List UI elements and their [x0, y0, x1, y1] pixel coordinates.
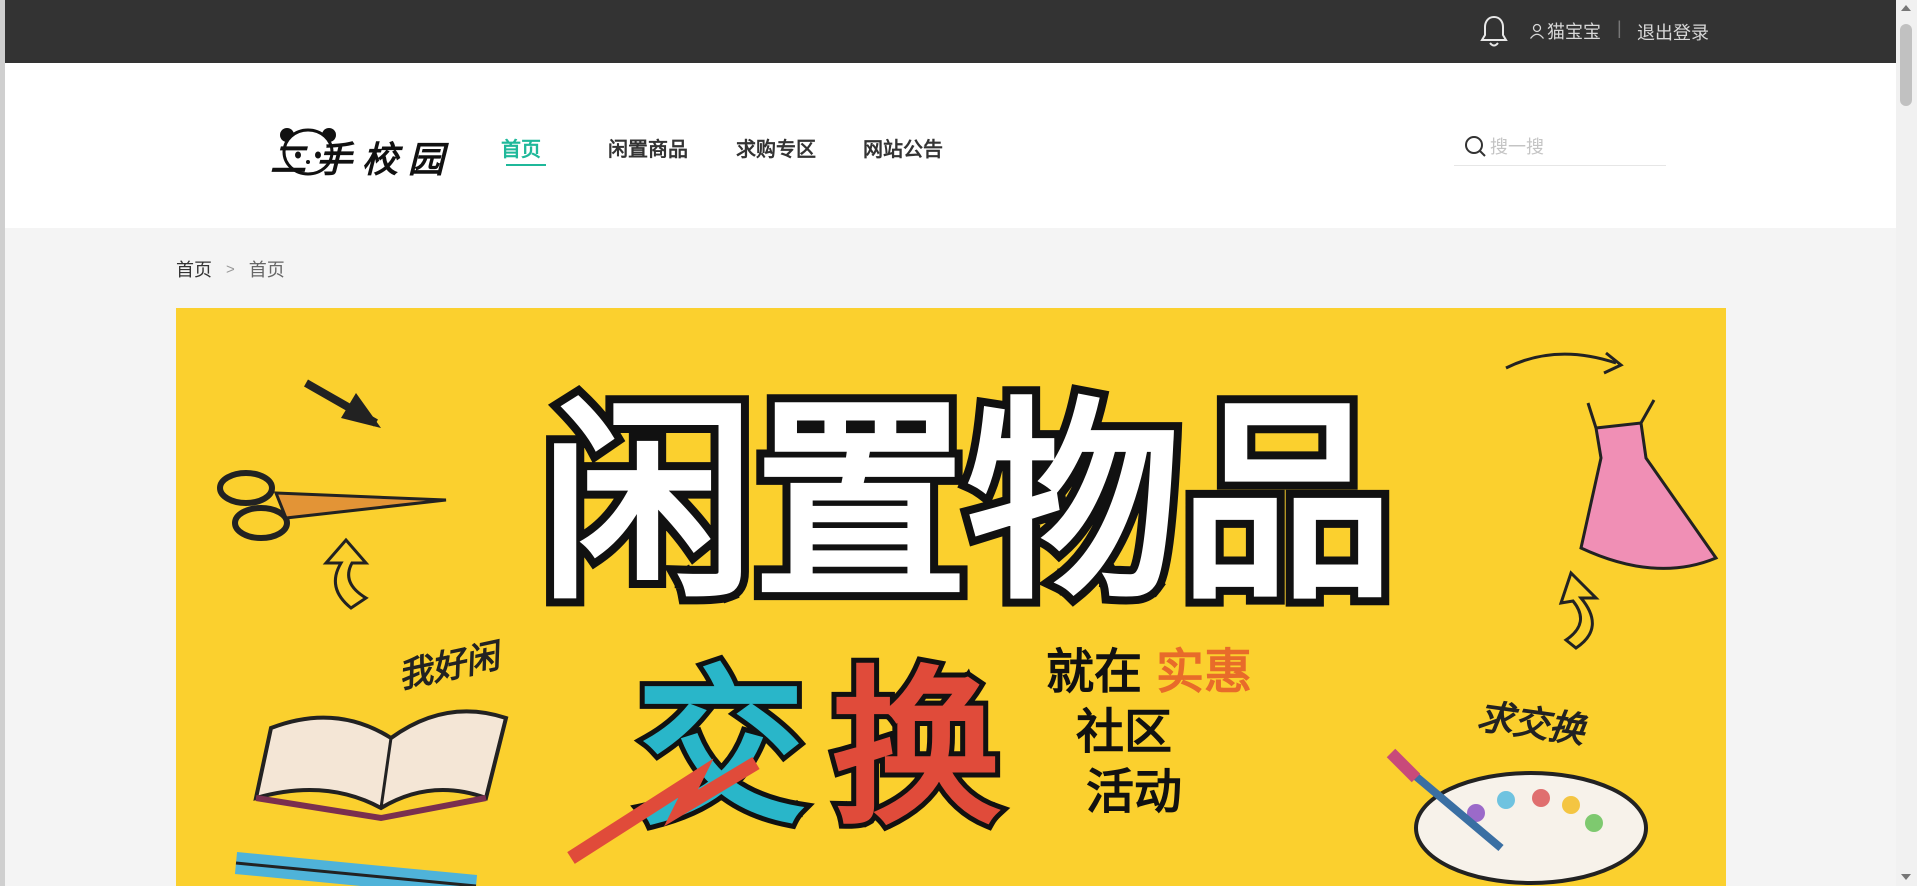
- scissors-icon: [217, 470, 447, 541]
- user-icon: [1529, 23, 1545, 39]
- logo-text: 二手校园: [270, 139, 455, 181]
- breadcrumb: 首页 > 首页: [176, 256, 285, 282]
- breadcrumb-current: 首页: [248, 260, 285, 280]
- search-box: [1454, 131, 1666, 166]
- palette-icon: [1386, 748, 1648, 885]
- breadcrumb-home[interactable]: 首页: [176, 256, 212, 282]
- nav-home[interactable]: 首页: [501, 133, 541, 162]
- logout-link[interactable]: 退出登录: [1637, 19, 1709, 45]
- topbar-separator: |: [1617, 18, 1622, 38]
- breadcrumb-separator: >: [226, 260, 235, 278]
- user-menu[interactable]: 猫宝宝: [1529, 19, 1601, 43]
- nav-active-underline: [506, 164, 546, 166]
- scroll-up-arrow-icon[interactable]: [1901, 5, 1911, 11]
- nav-idle-goods[interactable]: 闲置商品: [608, 133, 688, 162]
- site-header: 二手校园 首页 闲置商品 求购专区 网站公告: [5, 63, 1896, 228]
- banner-line3: 活动: [1086, 764, 1182, 820]
- banner-line1-a: 就在: [1046, 644, 1142, 700]
- search-icon[interactable]: [1464, 135, 1488, 159]
- book-icon: [253, 709, 509, 822]
- vertical-scrollbar[interactable]: [1896, 0, 1917, 886]
- banner-handwriting-right: 求交换: [1475, 695, 1590, 752]
- banner-line1-b: 实惠: [1156, 644, 1252, 700]
- scrollbar-thumb[interactable]: [1900, 24, 1912, 106]
- username: 猫宝宝: [1547, 22, 1601, 42]
- nav-wanted[interactable]: 求购专区: [736, 133, 816, 162]
- banner-handwriting-left: 我好闲: [395, 635, 508, 696]
- banner-illustration: 闲置物品 交 换 就在 实惠 社区 活动 我好闲 求交换: [217, 351, 1719, 886]
- banner-line2: 社区: [1076, 704, 1172, 760]
- bell-icon[interactable]: [1479, 13, 1509, 49]
- scroll-down-arrow-icon[interactable]: [1901, 874, 1911, 880]
- banner-big-text-1: 交: [636, 651, 806, 849]
- banner-title: 闲置物品: [532, 370, 1402, 637]
- banner-image[interactable]: 闲置物品 交 换 就在 实惠 社区 活动 我好闲 求交换: [176, 308, 1726, 886]
- search-input[interactable]: [1490, 135, 1660, 159]
- banner-title-text: 闲置物品: [540, 378, 1392, 629]
- nav-notice[interactable]: 网站公告: [863, 133, 943, 162]
- dress-icon: [1579, 399, 1719, 570]
- top-bar: 猫宝宝 | 退出登录: [5, 0, 1896, 63]
- banner-big-text-2: 换: [831, 651, 1001, 849]
